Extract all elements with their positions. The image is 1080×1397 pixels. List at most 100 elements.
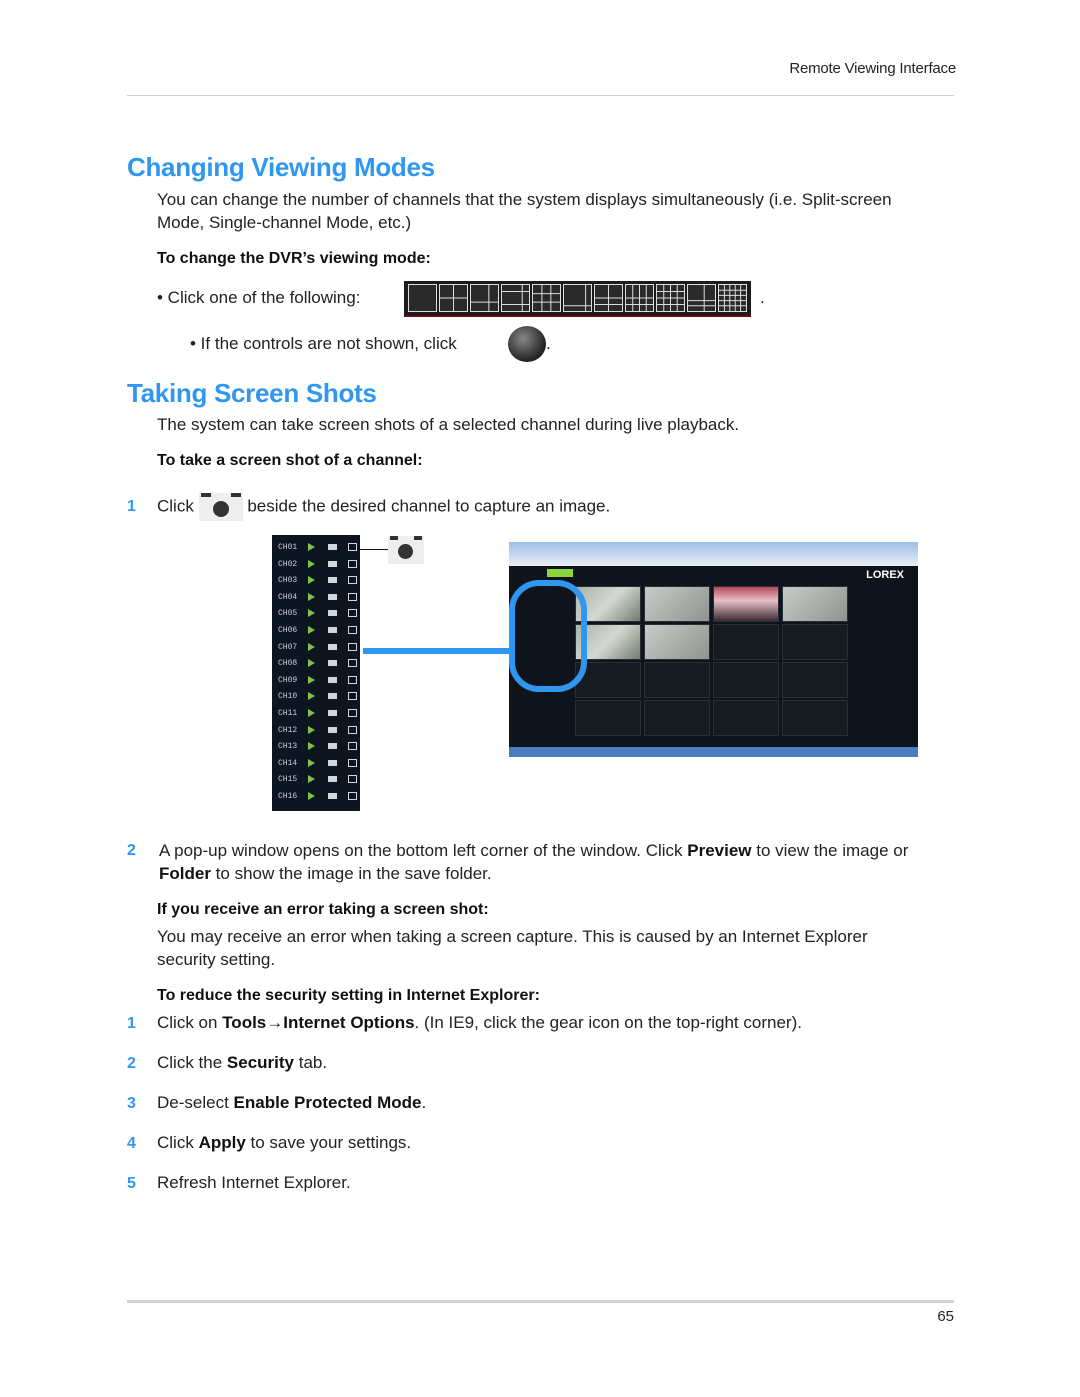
play-icon[interactable] [308, 758, 315, 767]
text: tab. [294, 1053, 328, 1072]
view-mode-8-split-icon[interactable] [501, 284, 530, 312]
channel-row: CH16 [278, 792, 357, 804]
play-icon[interactable] [308, 675, 315, 684]
view-mode-4-split-icon[interactable] [439, 284, 468, 312]
snapshot-icon[interactable] [348, 758, 357, 767]
view-mode-19-split-icon[interactable] [687, 284, 716, 312]
snapshot-icon[interactable] [348, 775, 357, 784]
record-icon[interactable] [328, 676, 337, 683]
view-mode-16-split-a-icon[interactable] [625, 284, 654, 312]
view-mode-6-split-icon[interactable] [470, 284, 499, 312]
snapshot-icon[interactable] [348, 609, 357, 618]
play-icon[interactable] [308, 692, 315, 701]
channel-label: CH06 [278, 626, 298, 635]
step-number: 5 [127, 1175, 136, 1192]
channel-row: CH07 [278, 642, 357, 655]
video-tile [782, 662, 848, 698]
snapshot-icon[interactable] [348, 675, 357, 684]
channel-label: CH16 [278, 792, 298, 801]
record-icon[interactable] [328, 743, 337, 750]
snapshot-icon[interactable] [348, 709, 357, 717]
channel-row: CH03 [278, 576, 357, 588]
record-icon[interactable] [328, 759, 337, 766]
channel-row: CH10 [278, 692, 357, 704]
snapshot-icon[interactable] [348, 792, 357, 800]
play-icon[interactable] [308, 626, 315, 634]
channel-row: CH15 [278, 775, 357, 787]
record-icon[interactable] [328, 643, 337, 650]
channel-row: CH08 [278, 659, 357, 671]
preview-label: Preview [687, 841, 752, 860]
text: Click the [157, 1053, 227, 1072]
view-mode-13-split-icon[interactable] [594, 284, 623, 312]
snapshot-icon[interactable] [348, 725, 357, 734]
view-mode-25-split-icon[interactable] [718, 284, 747, 312]
play-icon[interactable] [308, 543, 315, 551]
record-icon[interactable] [328, 610, 337, 617]
video-tile [644, 586, 710, 622]
snapshot-icon[interactable] [348, 742, 357, 751]
record-icon[interactable] [328, 577, 337, 584]
record-icon[interactable] [328, 660, 337, 667]
view-mode-1-split-icon[interactable] [408, 284, 437, 312]
record-icon[interactable] [328, 544, 337, 550]
lorex-logo: LOREX [866, 569, 904, 581]
play-icon[interactable] [308, 659, 315, 668]
record-icon[interactable] [328, 776, 337, 783]
emphasis: Enable Protected Mode [233, 1093, 422, 1112]
channel-label: CH04 [278, 592, 298, 602]
channel-label: CH13 [278, 742, 298, 752]
play-icon[interactable] [308, 559, 315, 568]
channel-row: CH01 [278, 543, 357, 555]
connector-line [363, 648, 513, 654]
record-icon[interactable] [328, 593, 337, 600]
play-icon[interactable] [308, 725, 315, 734]
record-icon[interactable] [328, 560, 337, 567]
snapshot-icon[interactable] [348, 576, 357, 585]
snapshot-icon[interactable] [348, 592, 357, 601]
snapshot-icon[interactable] [348, 626, 357, 634]
video-tile [713, 586, 779, 622]
channel-row: CH14 [278, 758, 357, 771]
snapshot-icon[interactable] [348, 642, 357, 651]
record-icon[interactable] [328, 627, 337, 633]
play-icon[interactable] [308, 592, 315, 601]
ie-step: 4 Click Apply to save your settings. [127, 1131, 411, 1155]
snapshot-icon[interactable] [348, 559, 357, 568]
record-icon[interactable] [328, 693, 337, 700]
header-divider [127, 95, 954, 96]
camera-snapshot-icon[interactable] [198, 493, 243, 521]
show-controls-icon[interactable] [508, 326, 546, 362]
channel-label: CH02 [278, 559, 298, 569]
view-mode-10-split-icon[interactable] [563, 284, 592, 312]
snapshot-icon[interactable] [348, 543, 357, 551]
play-icon[interactable] [308, 576, 315, 585]
play-icon[interactable] [308, 742, 315, 751]
play-icon[interactable] [308, 642, 315, 651]
snapshot-icon[interactable] [348, 692, 357, 701]
text: A pop-up window opens on the bottom left… [159, 841, 688, 860]
snapshot-icon[interactable] [348, 659, 357, 668]
play-icon[interactable] [308, 709, 315, 717]
text: to save your settings. [245, 1133, 412, 1152]
record-icon[interactable] [328, 793, 337, 799]
play-icon[interactable] [308, 775, 315, 784]
channel-row: CH04 [278, 592, 357, 605]
record-icon[interactable] [328, 710, 337, 716]
folder-label: Folder [159, 864, 211, 883]
ie-step: 1 Click on Tools→Internet Options. (In IE… [127, 1011, 802, 1035]
video-tile [782, 624, 848, 660]
step-text-suffix: beside the desired channel to capture an… [247, 496, 611, 516]
record-icon[interactable] [328, 726, 337, 733]
text: to view the image or [751, 841, 909, 860]
view-mode-16-split-b-icon[interactable] [656, 284, 685, 312]
video-tile [782, 700, 848, 736]
channel-row: CH12 [278, 725, 357, 738]
play-icon[interactable] [308, 609, 315, 618]
step-number: 1 [127, 498, 136, 516]
channel-label: CH01 [278, 543, 298, 552]
play-icon[interactable] [308, 792, 315, 800]
channel-label: CH15 [278, 775, 298, 785]
view-mode-9-split-icon[interactable] [532, 284, 561, 312]
video-tile [713, 700, 779, 736]
